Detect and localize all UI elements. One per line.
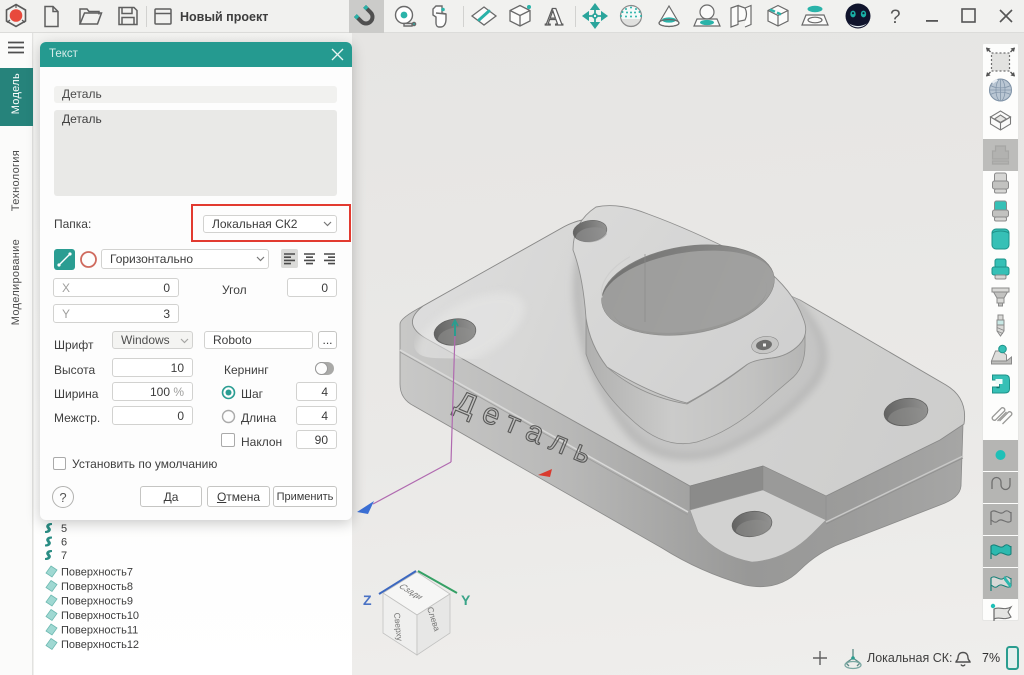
svg-text:7: 7 [61,550,67,562]
svg-text:5: 5 [61,523,67,535]
svg-text:Поверхность9: Поверхность9 [61,596,133,608]
svg-text:Y: Y [461,592,471,608]
svg-text:Поверхность11: Поверхность11 [61,625,138,637]
svg-text:Z: Z [363,592,372,608]
svg-text:Поверхность10: Поверхность10 [61,610,139,622]
svg-text:?: ? [890,7,901,28]
svg-text:Новый проект: Новый проект [180,10,268,24]
svg-text:6: 6 [61,537,67,549]
svg-text:Поверхность12: Поверхность12 [61,639,139,651]
svg-text:Поверхность7: Поверхность7 [61,567,133,579]
svg-text:Поверхность8: Поверхность8 [61,581,133,593]
svg-text:A: A [545,4,563,31]
